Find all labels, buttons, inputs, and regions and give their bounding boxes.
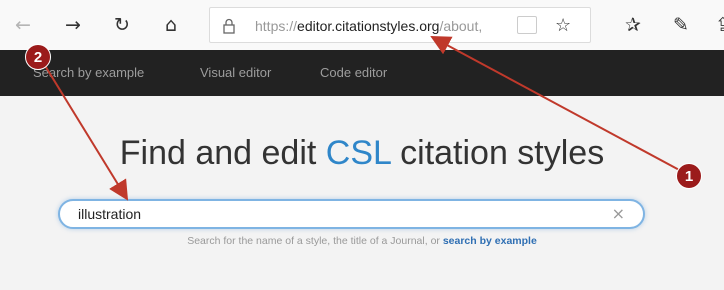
annotation-badge-1: 1 bbox=[676, 163, 702, 189]
title-accent: CSL bbox=[325, 134, 391, 172]
clear-icon[interactable]: × bbox=[612, 201, 625, 227]
back-icon[interactable]: ← bbox=[8, 10, 38, 40]
reading-view-icon[interactable] bbox=[517, 16, 537, 34]
search-by-example-link[interactable]: search by example bbox=[443, 235, 537, 247]
address-bar[interactable]: https://editor.citationstyles.org/about,… bbox=[209, 7, 591, 43]
url-path: /about, bbox=[439, 18, 483, 34]
browser-toolbar: ← → ↻ ⌂ https://editor.citationstyles.or… bbox=[0, 0, 724, 50]
url-text: https://editor.citationstyles.org/about, bbox=[255, 8, 482, 44]
style-search-input[interactable]: illustration × bbox=[58, 199, 645, 229]
forward-icon[interactable]: → bbox=[58, 10, 88, 40]
search-value: illustration bbox=[78, 206, 142, 222]
lock-icon bbox=[223, 18, 235, 34]
search-help-text: Search for the name of a style, the titl… bbox=[0, 235, 724, 247]
site-navbar: Search by example Visual editor Code edi… bbox=[0, 50, 724, 96]
favorites-hub-icon[interactable]: ✰ bbox=[618, 10, 648, 40]
help-text: Search for the name of a style, the titl… bbox=[187, 235, 440, 247]
nav-code-editor[interactable]: Code editor bbox=[320, 50, 387, 96]
title-text-end: citation styles bbox=[390, 134, 605, 172]
pen-icon[interactable]: ✎ bbox=[666, 10, 696, 40]
title-text-start: Find and edit bbox=[119, 134, 326, 172]
share-icon[interactable]: ⇪ bbox=[708, 10, 724, 40]
nav-visual-editor[interactable]: Visual editor bbox=[200, 50, 271, 96]
main-content: Find and edit CSL citation styles illust… bbox=[0, 96, 724, 290]
url-prefix: https:// bbox=[255, 18, 298, 34]
annotation-badge-2: 2 bbox=[25, 44, 51, 70]
url-domain: editor.citationstyles.org bbox=[297, 18, 440, 34]
page-title: Find and edit CSL citation styles bbox=[0, 134, 724, 173]
home-icon[interactable]: ⌂ bbox=[156, 10, 186, 40]
favorite-star-icon[interactable]: ☆ bbox=[555, 8, 571, 44]
refresh-icon[interactable]: ↻ bbox=[107, 10, 137, 40]
